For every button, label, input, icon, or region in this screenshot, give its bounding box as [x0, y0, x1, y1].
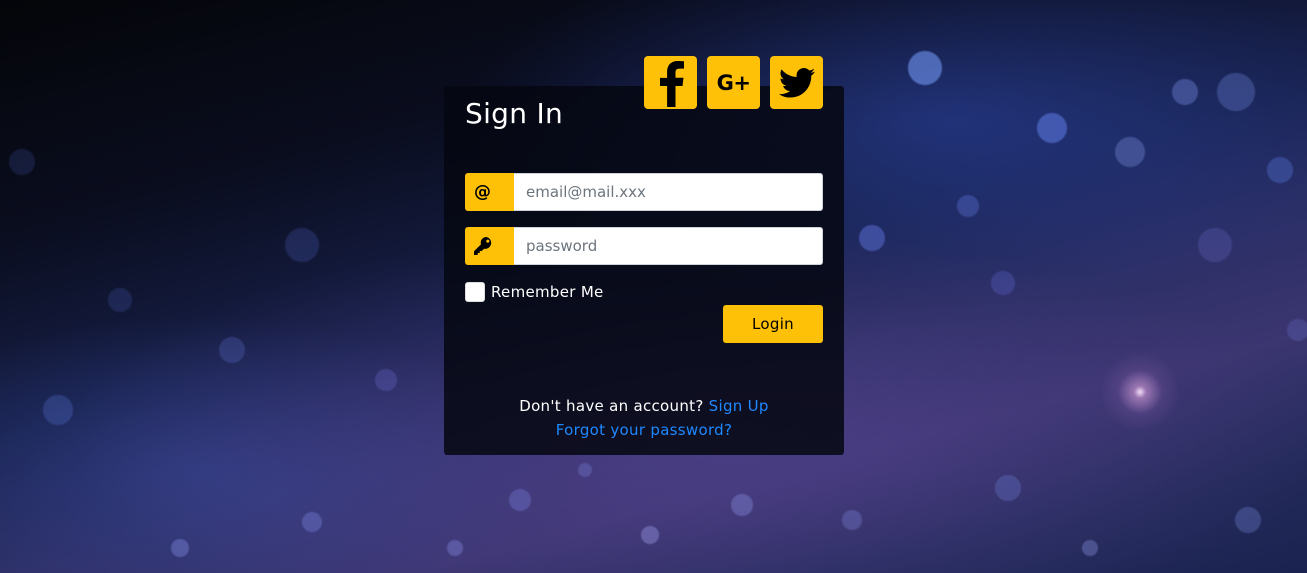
login-button[interactable]: Login [723, 305, 823, 343]
no-account-text: Don't have an account? [519, 397, 704, 415]
facebook-icon [659, 60, 684, 107]
email-input[interactable] [514, 173, 823, 211]
password-field-group [465, 227, 823, 265]
signin-card: Sign In G+ @ Remember Me [444, 56, 844, 455]
remember-me-row[interactable]: Remember Me [465, 282, 604, 302]
signup-link[interactable]: Sign Up [709, 397, 769, 415]
facebook-login-button[interactable] [644, 56, 697, 109]
remember-me-label: Remember Me [491, 283, 604, 301]
forgot-password-link[interactable]: Forgot your password? [556, 421, 733, 439]
email-addon: @ [465, 173, 514, 211]
at-icon: @ [474, 182, 491, 202]
twitter-login-button[interactable] [770, 56, 823, 109]
twitter-icon [778, 67, 815, 98]
forgot-row: Forgot your password? [444, 418, 844, 442]
email-field-group: @ [465, 173, 823, 211]
social-login-group: G+ [644, 56, 823, 109]
signup-prompt: Don't have an account? Sign Up [444, 394, 844, 418]
google-plus-login-button[interactable]: G+ [707, 56, 760, 109]
remember-me-checkbox[interactable] [465, 282, 485, 302]
password-addon [465, 227, 514, 265]
google-plus-icon: G+ [716, 70, 751, 95]
signin-footer: Don't have an account? Sign Up Forgot yo… [444, 394, 844, 442]
key-icon [473, 237, 491, 255]
password-input[interactable] [514, 227, 823, 265]
page-title: Sign In [465, 97, 564, 130]
